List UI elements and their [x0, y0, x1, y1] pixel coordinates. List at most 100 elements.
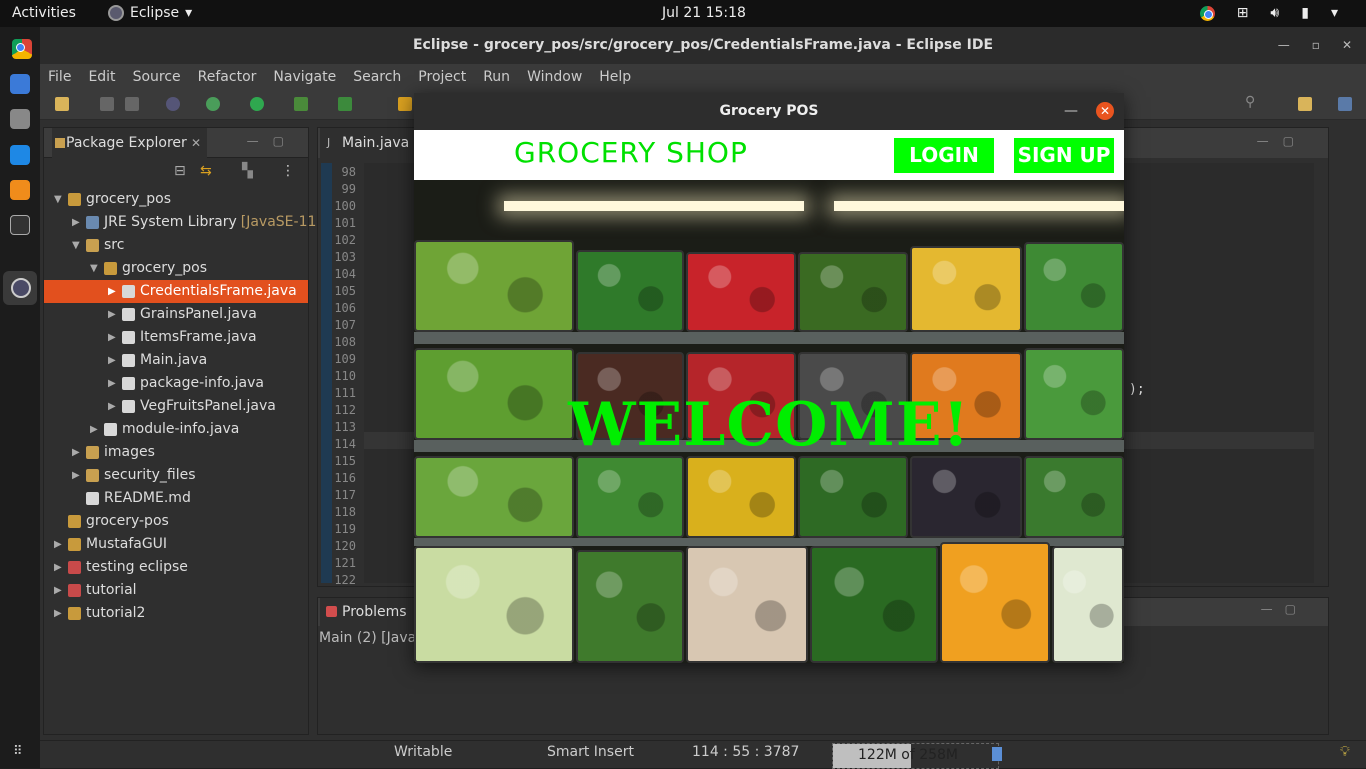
- minimize-icon[interactable]: —: [1278, 27, 1290, 64]
- filter-icon[interactable]: ▚: [242, 163, 253, 179]
- new-java-icon[interactable]: [398, 97, 412, 111]
- link-with-editor-icon[interactable]: ⇆: [200, 163, 212, 179]
- maximize-icon[interactable]: ▫: [1312, 27, 1320, 64]
- open-perspective-icon[interactable]: [1298, 97, 1312, 111]
- chevron-down-icon[interactable]: ▼: [72, 234, 80, 257]
- chevron-right-icon[interactable]: ▶: [108, 280, 116, 303]
- tree-item[interactable]: ▼ grocery_pos: [44, 257, 308, 280]
- tree-item[interactable]: ▶ tutorial2: [44, 602, 308, 625]
- menu-help[interactable]: Help: [599, 69, 631, 85]
- files-icon[interactable]: [10, 109, 30, 129]
- battery-icon[interactable]: ▮: [1301, 5, 1309, 21]
- heap-status[interactable]: 122M of 258M: [832, 743, 999, 769]
- tree-item[interactable]: ▶ images: [44, 441, 308, 464]
- tree-item[interactable]: grocery-pos: [44, 510, 308, 533]
- pos-titlebar: Grocery POS — ✕: [414, 93, 1124, 130]
- tab-package-explorer[interactable]: Package Explorer ✕: [52, 128, 207, 159]
- chevron-down-icon[interactable]: ▾: [1331, 5, 1338, 21]
- skip-breakpoints-icon[interactable]: [166, 97, 180, 111]
- chevron-right-icon[interactable]: ▶: [54, 579, 62, 602]
- signup-button[interactable]: SIGN UP: [1014, 138, 1114, 173]
- network-icon[interactable]: ⊞: [1237, 5, 1249, 21]
- eclipse-icon[interactable]: [11, 278, 31, 298]
- chevron-right-icon[interactable]: ▶: [108, 326, 116, 349]
- menu-refactor[interactable]: Refactor: [198, 69, 257, 85]
- tree-item-text: Main.java: [140, 352, 208, 368]
- debug-icon[interactable]: [206, 97, 220, 111]
- close-icon[interactable]: ✕: [191, 128, 201, 158]
- tree-item[interactable]: ▶ VegFruitsPanel.java: [44, 395, 308, 418]
- login-button[interactable]: LOGIN: [894, 138, 994, 173]
- tree-item[interactable]: ▶ GrainsPanel.java: [44, 303, 308, 326]
- run-external-icon[interactable]: [294, 97, 308, 111]
- tree-item[interactable]: README.md: [44, 487, 308, 510]
- activities-button[interactable]: Activities: [12, 5, 76, 21]
- tree-item[interactable]: ▶ module-info.java: [44, 418, 308, 441]
- save-all-icon[interactable]: [125, 97, 139, 111]
- close-icon[interactable]: ✕: [1342, 27, 1352, 64]
- sublime-icon[interactable]: [10, 180, 30, 200]
- chevron-right-icon[interactable]: ▶: [72, 211, 80, 234]
- produce-bin: [686, 252, 796, 332]
- tree-item[interactable]: ▶ MustafaGUI: [44, 533, 308, 556]
- chevron-right-icon[interactable]: ▶: [54, 602, 62, 625]
- app-menu[interactable]: Eclipse ▾: [108, 5, 192, 21]
- tree-item[interactable]: ▶ CredentialsFrame.java: [44, 280, 308, 303]
- chevron-right-icon[interactable]: ▶: [72, 441, 80, 464]
- chevron-down-icon[interactable]: ▼: [90, 257, 98, 280]
- clock[interactable]: Jul 21 15:18: [662, 5, 746, 21]
- tip-icon[interactable]: 💡︎: [1340, 744, 1350, 760]
- save-icon[interactable]: [100, 97, 114, 111]
- menu-run[interactable]: Run: [483, 69, 510, 85]
- line-number: 104: [334, 267, 356, 281]
- tab-problems[interactable]: Problems: [320, 598, 420, 627]
- menu-project[interactable]: Project: [418, 69, 466, 85]
- close-icon[interactable]: ✕: [1096, 102, 1114, 120]
- tree-item[interactable]: ▶ Main.java: [44, 349, 308, 372]
- menu-navigate[interactable]: Navigate: [273, 69, 336, 85]
- text-editor-icon[interactable]: [10, 74, 30, 94]
- view-controls[interactable]: —▢: [1257, 134, 1308, 148]
- chevron-right-icon[interactable]: ▶: [108, 395, 116, 418]
- menu-window[interactable]: Window: [527, 69, 582, 85]
- chevron-right-icon[interactable]: ▶: [54, 556, 62, 579]
- chevron-right-icon[interactable]: ▶: [108, 372, 116, 395]
- view-menu-icon[interactable]: ⋮: [281, 163, 295, 179]
- tab-main-java[interactable]: Main.java: [320, 128, 415, 159]
- coverage-icon[interactable]: [338, 97, 352, 111]
- volume-icon[interactable]: 🔊︎: [1270, 5, 1279, 21]
- tree-item[interactable]: ▶ package-info.java: [44, 372, 308, 395]
- chevron-right-icon[interactable]: ▶: [54, 533, 62, 556]
- garbage-collect-icon[interactable]: [992, 747, 1002, 761]
- search-icon[interactable]: ⚲: [1245, 94, 1255, 110]
- minimize-icon[interactable]: —: [1064, 93, 1078, 130]
- tree-item[interactable]: ▶ security_files: [44, 464, 308, 487]
- java-perspective-icon[interactable]: [1338, 97, 1352, 111]
- run-icon[interactable]: [250, 97, 264, 111]
- menu-source[interactable]: Source: [133, 69, 181, 85]
- tree-item[interactable]: ▶ ItemsFrame.java: [44, 326, 308, 349]
- new-icon[interactable]: [55, 97, 69, 111]
- app-grid-icon[interactable]: ⠿: [13, 744, 23, 759]
- chrome-icon[interactable]: [1199, 5, 1215, 21]
- chevron-right-icon[interactable]: ▶: [90, 418, 98, 441]
- collapse-all-icon[interactable]: ⊟: [174, 163, 186, 179]
- chrome-icon[interactable]: [12, 39, 32, 59]
- system-tray[interactable]: ⊞ 🔊︎ ▮ ▾: [1199, 5, 1338, 21]
- chevron-right-icon[interactable]: ▶: [72, 464, 80, 487]
- menu-search[interactable]: Search: [353, 69, 401, 85]
- menu-file[interactable]: File: [48, 69, 71, 85]
- tree-item[interactable]: ▼ src: [44, 234, 308, 257]
- view-controls[interactable]: —▢: [247, 134, 298, 148]
- view-controls[interactable]: —▢: [1261, 602, 1308, 616]
- menu-edit[interactable]: Edit: [88, 69, 115, 85]
- chevron-down-icon[interactable]: ▼: [54, 188, 62, 211]
- terminal-icon[interactable]: [10, 215, 30, 235]
- vscode-icon[interactable]: [10, 145, 30, 165]
- tree-item[interactable]: ▶ JRE System Library [JavaSE-11]: [44, 211, 322, 234]
- chevron-right-icon[interactable]: ▶: [108, 303, 116, 326]
- tree-item[interactable]: ▶ tutorial: [44, 579, 308, 602]
- tree-item[interactable]: ▼ grocery_pos: [44, 188, 308, 211]
- chevron-right-icon[interactable]: ▶: [108, 349, 116, 372]
- tree-item[interactable]: ▶ testing eclipse: [44, 556, 308, 579]
